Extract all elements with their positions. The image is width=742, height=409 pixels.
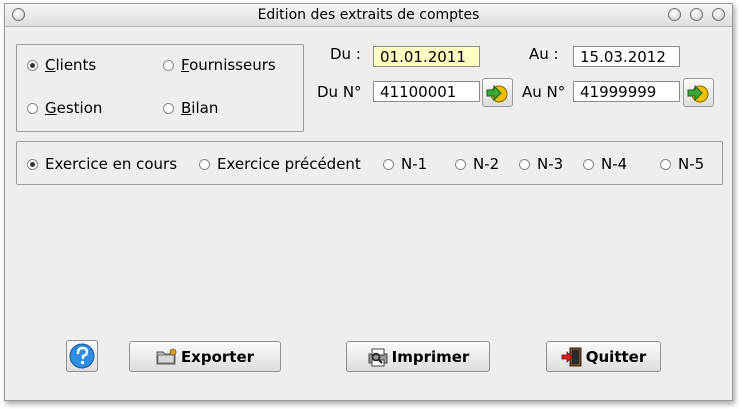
radio-n-3[interactable]: N-3: [519, 155, 563, 173]
radio-gestion[interactable]: Gestion: [27, 99, 102, 117]
label-rest: estion: [56, 99, 103, 117]
maximize-icon[interactable]: [690, 8, 703, 21]
mnemonic: C: [45, 56, 56, 74]
radio-fournisseurs[interactable]: Fournisseurs: [163, 56, 276, 74]
account-from-label: Du N°: [317, 83, 362, 101]
window-title: Edition des extraits de comptes: [257, 7, 480, 23]
label-rest: ournisseurs: [189, 56, 276, 74]
period-group: Exercice en cours Exercice précédent N-1…: [16, 141, 723, 185]
radio-label: Fournisseurs: [181, 56, 276, 74]
radio-indicator: [163, 102, 174, 114]
radio-n-2[interactable]: N-2: [455, 155, 499, 173]
exit-door-icon: [561, 347, 582, 366]
arrow-go-icon: [687, 84, 709, 103]
arrow-go-icon: [486, 84, 508, 103]
radio-indicator: [660, 158, 671, 170]
radio-label: N-2: [473, 155, 500, 173]
date-to-label: Au :: [529, 45, 559, 63]
radio-n-1[interactable]: N-1: [383, 155, 427, 173]
radio-exercice-precedent[interactable]: Exercice précédent: [199, 155, 361, 173]
folder-export-icon: [156, 348, 177, 364]
account-to-lookup-button[interactable]: [683, 78, 714, 107]
help-icon: [69, 343, 95, 369]
radio-indicator: [455, 158, 466, 170]
help-button[interactable]: [66, 340, 98, 372]
radio-label: Exercice précédent: [217, 155, 361, 173]
account-to-field[interactable]: [573, 81, 680, 102]
radio-indicator: [383, 158, 394, 170]
mnemonic: G: [45, 99, 57, 117]
export-label: Exporter: [180, 347, 255, 366]
radio-indicator: [27, 59, 38, 71]
account-type-group: Clients Fournisseurs Gestion Bilan: [16, 44, 304, 132]
title-bar: Edition des extraits de comptes: [5, 4, 732, 27]
quit-button[interactable]: Quitter: [546, 341, 661, 372]
date-from-label: Du :: [330, 45, 361, 63]
radio-exercice-en-cours[interactable]: Exercice en cours: [27, 155, 177, 173]
date-to-field[interactable]: [573, 46, 680, 67]
radio-indicator: [519, 158, 530, 170]
radio-n-5[interactable]: N-5: [660, 155, 704, 173]
export-button[interactable]: Exporter: [129, 341, 281, 372]
quit-label: Quitter: [585, 347, 647, 366]
print-label: Imprimer: [391, 347, 470, 366]
mnemonic: F: [181, 56, 190, 74]
label-rest: lients: [55, 56, 97, 74]
printer-icon: [368, 348, 388, 366]
radio-label: Gestion: [45, 99, 102, 117]
radio-label: N-4: [601, 155, 628, 173]
account-from-field[interactable]: [373, 81, 480, 102]
radio-indicator: [199, 158, 210, 170]
radio-label: N-3: [537, 155, 564, 173]
radio-indicator: [27, 158, 38, 170]
radio-bilan[interactable]: Bilan: [163, 99, 218, 117]
radio-indicator: [583, 158, 594, 170]
mnemonic: B: [181, 99, 192, 117]
radio-n-4[interactable]: N-4: [583, 155, 627, 173]
radio-label: Bilan: [181, 99, 218, 117]
close-icon[interactable]: [712, 8, 725, 21]
print-button[interactable]: Imprimer: [346, 341, 490, 372]
radio-indicator: [27, 102, 38, 114]
radio-label: N-5: [678, 155, 705, 173]
window: Edition des extraits de comptes Clients …: [4, 3, 733, 401]
label-rest: ilan: [191, 99, 219, 117]
account-from-lookup-button[interactable]: [482, 78, 513, 107]
account-to-label: Au N°: [522, 83, 566, 101]
radio-label: N-1: [401, 155, 428, 173]
radio-label: Exercice en cours: [45, 155, 178, 173]
date-from-field[interactable]: [373, 46, 480, 67]
radio-clients[interactable]: Clients: [27, 56, 96, 74]
minimize-icon[interactable]: [668, 8, 681, 21]
radio-indicator: [163, 59, 174, 71]
radio-label: Clients: [45, 56, 96, 74]
